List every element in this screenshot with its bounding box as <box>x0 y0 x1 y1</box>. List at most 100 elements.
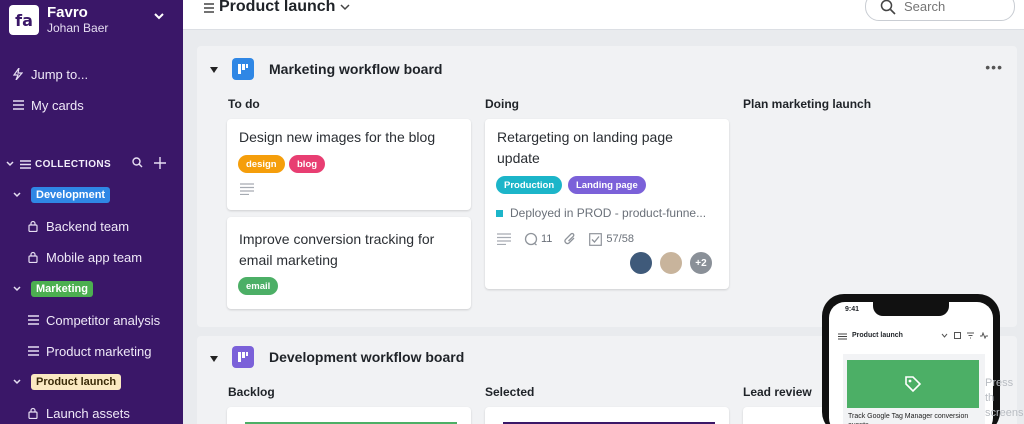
collections-list-icon <box>20 159 31 169</box>
status-text: Deployed in PROD - product-funne... <box>510 206 707 220</box>
extra-members-badge[interactable]: +2 <box>688 250 714 276</box>
board-list-icon <box>26 313 40 327</box>
card-title: Design new images for the blog <box>239 129 436 145</box>
menu-icon[interactable] <box>203 2 215 14</box>
card-placeholder[interactable] <box>227 407 471 424</box>
status-square-icon <box>496 209 503 217</box>
ghost-overlay-text: Press th screensh <box>985 377 1024 419</box>
phone-title: Product launch <box>852 332 903 339</box>
sidebar-item-product-marketing[interactable]: Product marketing <box>0 340 183 362</box>
my-cards-label: My cards <box>31 97 84 113</box>
card-design-images[interactable]: Design new images for the blog design bl… <box>227 119 471 210</box>
board-title[interactable]: Marketing workflow board <box>269 61 442 77</box>
app-name: Favro <box>47 4 88 21</box>
search-icon[interactable] <box>132 157 143 168</box>
tag-chip[interactable]: Production <box>496 176 563 194</box>
avatar[interactable] <box>628 250 654 276</box>
lock-icon <box>26 219 40 233</box>
collapse-caret-icon[interactable] <box>209 354 219 364</box>
jump-to-item[interactable]: Jump to... <box>0 63 183 85</box>
attachment-icon <box>564 232 575 245</box>
collection-development[interactable]: Development <box>0 184 183 206</box>
my-cards-item[interactable]: My cards <box>0 94 183 116</box>
phone-time: 9:41 <box>845 306 860 313</box>
collections-label: COLLECTIONS <box>35 158 112 170</box>
collection-marketing[interactable]: Marketing <box>0 278 183 300</box>
sidebar-item-competitor-analysis[interactable]: Competitor analysis <box>0 309 183 331</box>
description-icon <box>497 233 511 245</box>
column-title-plan-marketing-launch[interactable]: Plan marketing launch <box>743 97 871 111</box>
search-icon <box>880 0 896 15</box>
tag-chip[interactable]: blog <box>289 155 326 173</box>
chevron-down-icon <box>941 333 948 338</box>
sidebar-item-mobile-app-team[interactable]: Mobile app team <box>0 246 183 268</box>
lock-icon <box>26 406 40 420</box>
sidebar-item-launch-assets[interactable]: Launch assets <box>0 402 183 424</box>
sidebar: fa Favro Johan Baer Jump to... My cards … <box>0 0 183 424</box>
card-title: Improve conversion tracking for email ma… <box>239 231 435 268</box>
search-input[interactable] <box>904 0 1004 14</box>
top-bar: Product launch <box>183 0 1024 30</box>
avatar[interactable] <box>658 250 684 276</box>
collection-tag: Product launch <box>31 374 122 390</box>
chevron-down-icon <box>5 159 15 169</box>
tag-icon <box>905 376 922 393</box>
tag-chip[interactable]: email <box>238 277 279 295</box>
phone-card: Track Google Tag Manager conversion even… <box>843 354 985 424</box>
column-title-selected[interactable]: Selected <box>485 385 534 399</box>
chevron-down-icon <box>12 377 22 387</box>
chevron-down-icon <box>12 284 22 294</box>
collection-product-launch[interactable]: Product launch <box>0 371 183 393</box>
phone-mockup: 9:41 Product launch Track Google Tag Man… <box>822 294 1000 424</box>
status-line: Deployed in PROD - product-funne... <box>496 206 706 220</box>
bolt-icon <box>11 67 25 81</box>
jump-to-label: Jump to... <box>31 66 89 82</box>
column-title-lead-review[interactable]: Lead review <box>743 385 812 399</box>
tag-chip[interactable]: Landing page <box>568 176 646 194</box>
card-retargeting[interactable]: Retargeting on landing page update Produ… <box>485 119 729 289</box>
collection-tag: Marketing <box>31 281 93 297</box>
collection-tag: Development <box>31 187 111 203</box>
column-title-to-do[interactable]: To do <box>228 97 260 111</box>
column-title-doing[interactable]: Doing <box>485 97 519 111</box>
card-title: Retargeting on landing page update <box>497 129 673 166</box>
search-box[interactable] <box>865 0 1015 21</box>
board-list-icon <box>26 344 40 358</box>
collections-header[interactable]: COLLECTIONS <box>5 156 111 172</box>
board-title[interactable]: Development workflow board <box>269 349 464 365</box>
sidebar-item-backend-team[interactable]: Backend team <box>0 215 183 237</box>
user-name: Johan Baer <box>47 21 109 35</box>
sidebar-item-label: Product marketing <box>46 343 152 359</box>
chevron-down-icon[interactable] <box>339 1 351 13</box>
filter-icon <box>967 332 974 339</box>
sidebar-item-label: Mobile app team <box>46 249 143 265</box>
chevron-down-icon <box>12 190 22 200</box>
more-options-icon[interactable]: ••• <box>985 59 1003 75</box>
collections-actions <box>132 157 166 169</box>
board-icon <box>232 58 254 80</box>
chevron-down-icon[interactable] <box>152 9 166 23</box>
phone-card-cover <box>847 360 979 408</box>
favro-logo[interactable]: fa <box>9 5 39 35</box>
phone-screen: 9:41 Product launch Track Google Tag Man… <box>829 302 993 424</box>
column-title-backlog[interactable]: Backlog <box>228 385 275 399</box>
phone-notch <box>873 302 949 316</box>
sidebar-item-label: Competitor analysis <box>46 312 161 328</box>
collapse-caret-icon[interactable] <box>209 65 219 75</box>
marketing-workflow-board: Marketing workflow board ••• To do Doing… <box>197 46 1017 327</box>
phone-toolbar <box>941 332 988 339</box>
add-collection-icon[interactable] <box>154 157 166 169</box>
lock-icon <box>26 250 40 264</box>
comment-count: 11 <box>541 233 553 245</box>
description-icon <box>240 183 254 195</box>
card-improve-conversion[interactable]: Improve conversion tracking for email ma… <box>227 217 471 309</box>
card-meta: 11 57/58 <box>497 232 634 246</box>
page-title[interactable]: Product launch <box>219 0 335 16</box>
phone-card-title: Track Google Tag Manager conversion even… <box>848 413 969 424</box>
tag-chip[interactable]: design <box>238 155 285 173</box>
comment-icon <box>524 232 538 246</box>
card-placeholder[interactable] <box>485 407 729 424</box>
menu-icon <box>838 333 847 340</box>
checklist-count: 57/58 <box>606 233 634 245</box>
board-icon <box>232 346 254 368</box>
